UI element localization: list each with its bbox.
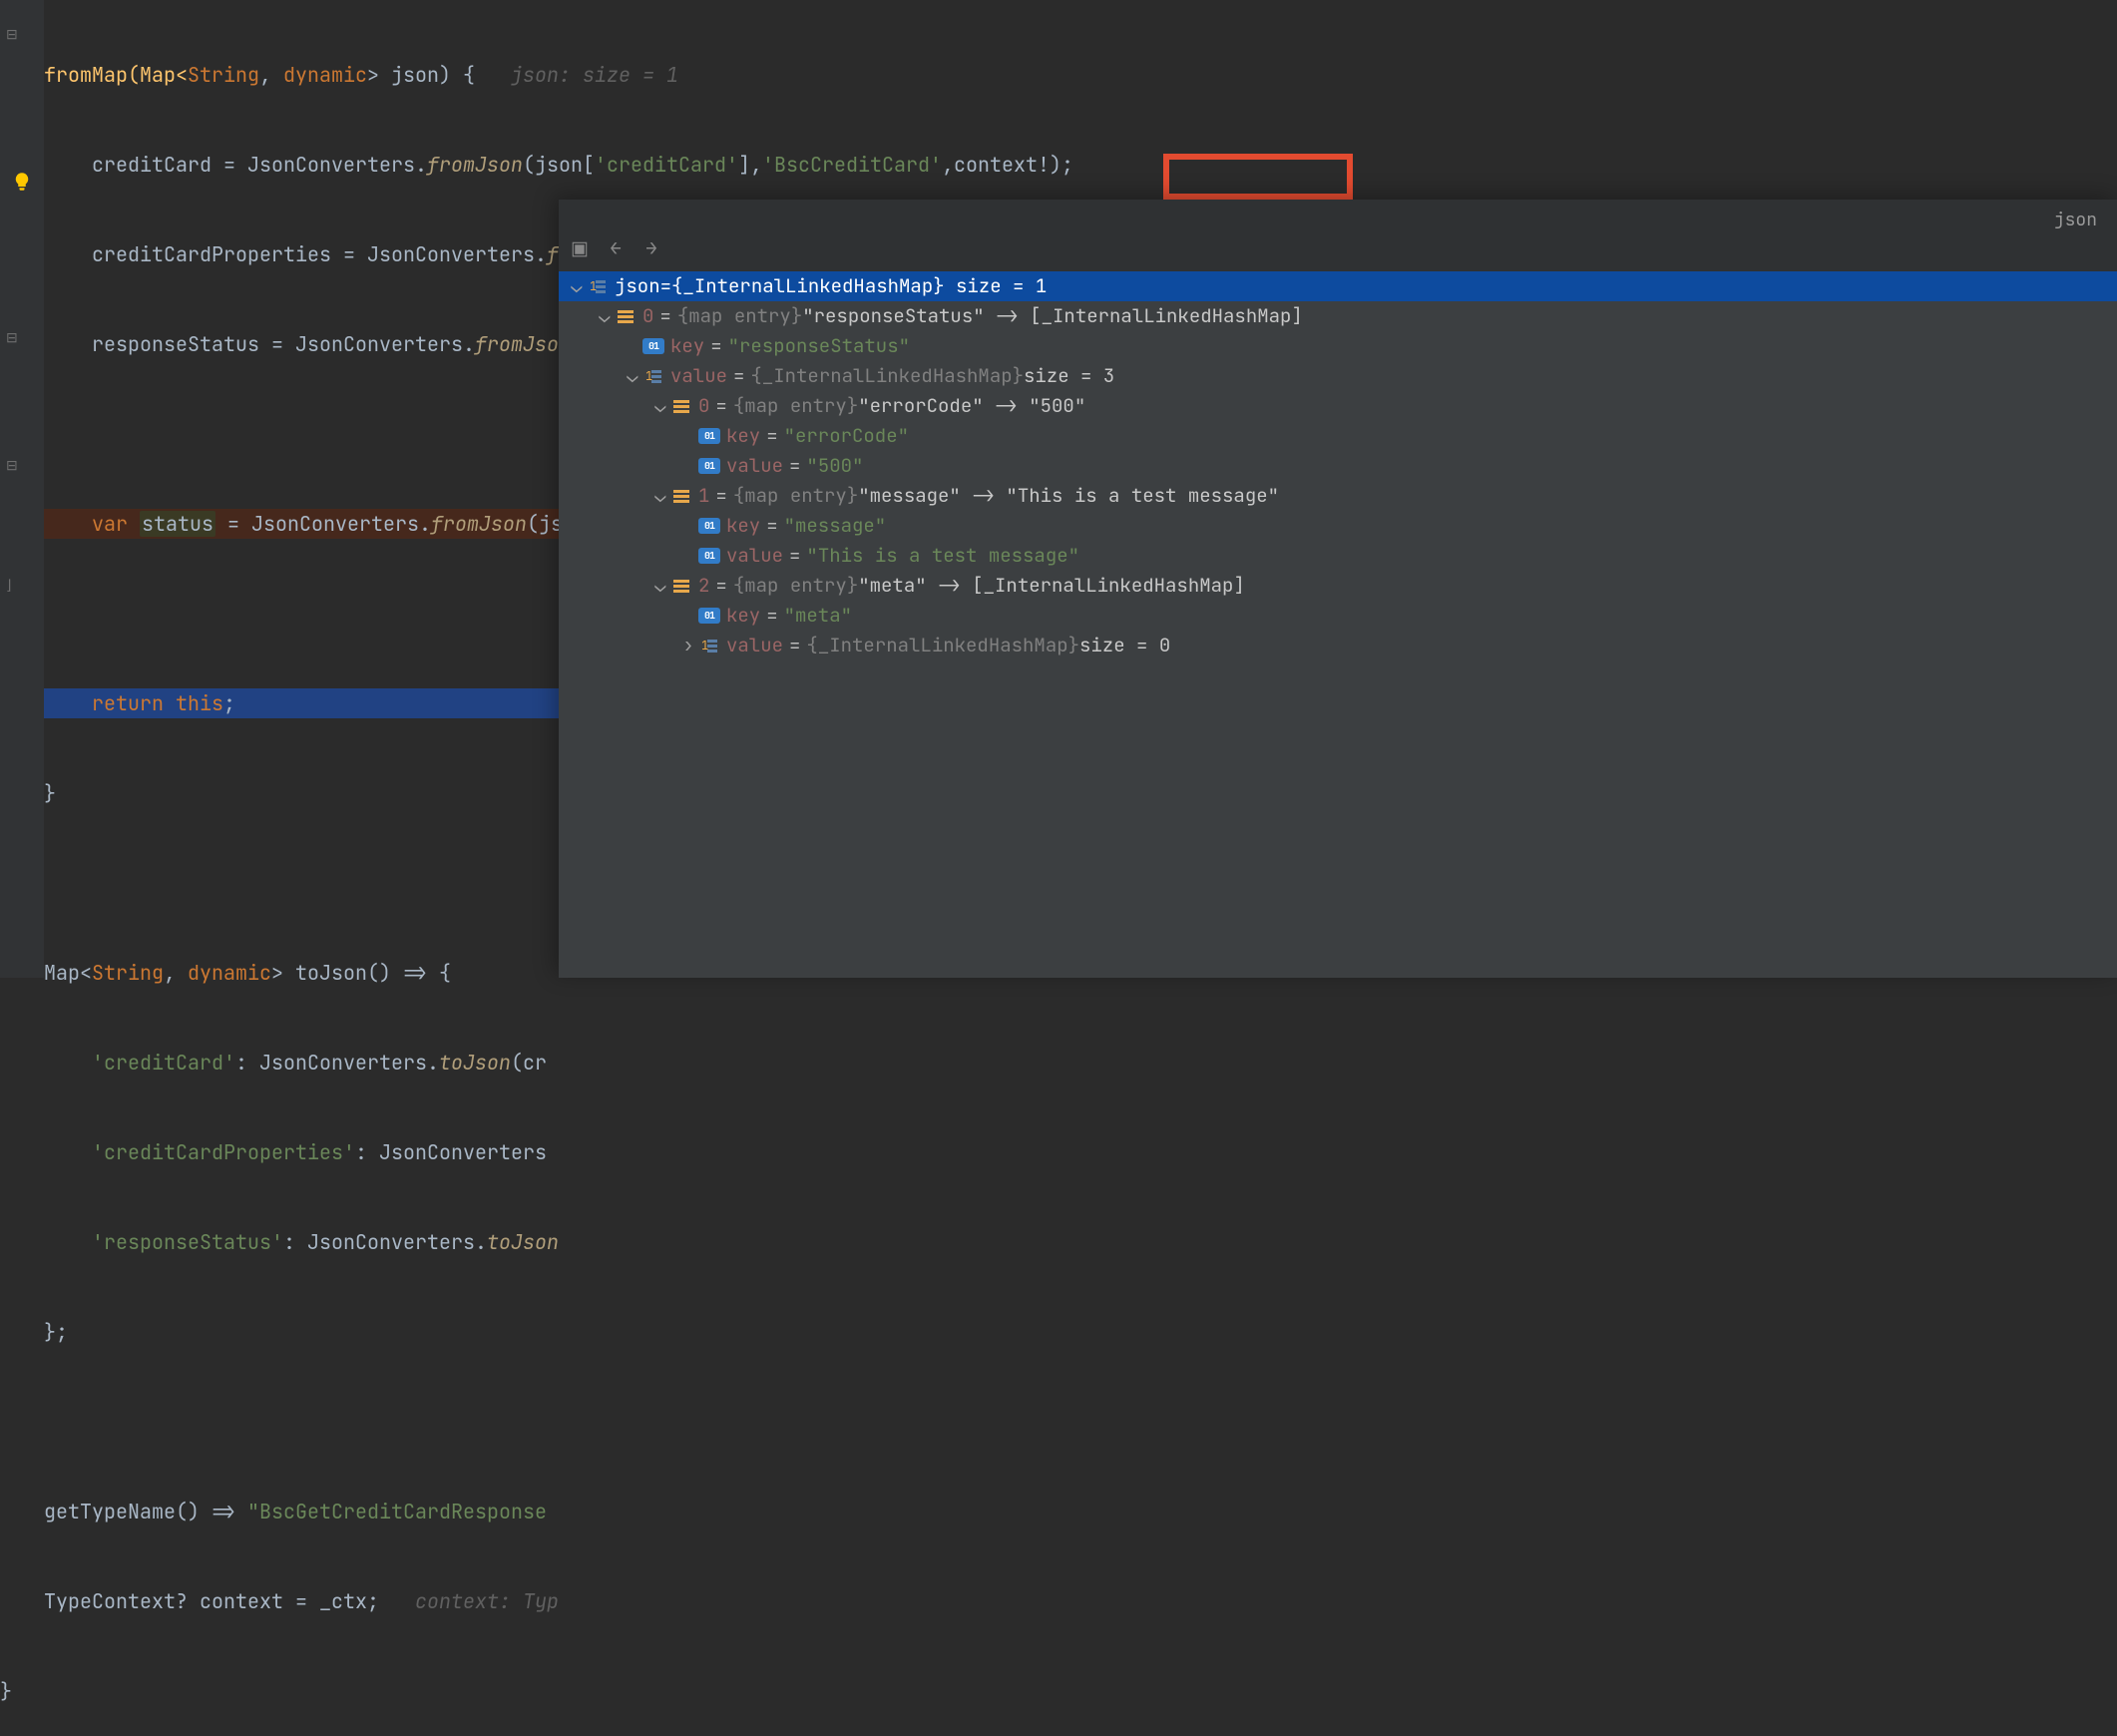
tree-row[interactable]: 01 key = "errorCode" — [559, 421, 2117, 451]
lightbulb-icon[interactable] — [12, 170, 32, 190]
tree-row[interactable]: ›1 value = {_InternalLinkedHashMap} size … — [559, 631, 2117, 660]
tree-text: = — [789, 631, 800, 660]
tree-row[interactable]: ⌄ 2 = {map entry} "meta" -> [_InternalLin… — [559, 571, 2117, 601]
tree-text: = — [660, 271, 671, 301]
tree-text: {_InternalLinkedHashMap} — [806, 631, 1079, 660]
tree-text: "meta" -> [_InternalLinkedHashMap] — [858, 571, 1245, 601]
tree-text: = — [766, 421, 777, 451]
tree-text: = — [715, 391, 726, 421]
obj-icon: 01 — [698, 608, 720, 624]
tree-text: key — [670, 331, 704, 361]
obj-icon: 01 — [642, 338, 664, 354]
tree-text: json — [615, 271, 660, 301]
back-icon[interactable]: ← — [605, 233, 627, 263]
chevron-down-icon[interactable]: ⌄ — [623, 361, 642, 391]
tree-text: key — [726, 421, 760, 451]
map-icon: 1 — [587, 277, 609, 295]
list-icon — [670, 397, 692, 415]
chevron-down-icon[interactable]: ⌄ — [595, 301, 615, 331]
debug-inspector: json ▣ ← → ⌄1json = {_InternalLinkedHash… — [559, 200, 2117, 978]
tree-text: 2 — [698, 571, 709, 601]
code-text: creditCard = JsonConverters.fromJson(jso… — [44, 152, 1073, 178]
tree-row[interactable]: 01 value = "This is a test message" — [559, 541, 2117, 571]
list-icon — [615, 307, 636, 325]
tree-text: value — [726, 541, 783, 571]
tree-text: key — [726, 601, 760, 631]
tree-text: {map entry} — [733, 481, 858, 511]
tree-text: {map entry} — [677, 301, 802, 331]
tree-text: size = 0 — [1079, 631, 1170, 660]
tree-text: = — [789, 541, 800, 571]
fold-icon[interactable]: ⊟ — [6, 451, 20, 465]
tree-text: 0 — [698, 391, 709, 421]
forward-icon[interactable]: → — [640, 233, 662, 263]
tree-text: "responseStatus" — [728, 331, 910, 361]
tree-text: 1 — [698, 481, 709, 511]
debug-variable-name: json — [2054, 206, 2097, 235]
map-icon: 1 — [698, 637, 720, 654]
fold-icon[interactable]: ⊟ — [6, 323, 20, 337]
tree-text: value — [726, 451, 783, 481]
tree-text: "500" — [806, 451, 863, 481]
obj-icon: 01 — [698, 458, 720, 474]
tree-row[interactable]: ⌄ 0 = {map entry} "errorCode" -> "500" — [559, 391, 2117, 421]
tree-text: 0 — [642, 301, 653, 331]
tree-text: {_InternalLinkedHashMap} — [750, 361, 1024, 391]
tree-text: = — [715, 571, 726, 601]
tree-row[interactable]: ⌄ 1 = {map entry} "message" -> "This is a… — [559, 481, 2117, 511]
fold-icon[interactable]: ⊟ — [6, 20, 20, 34]
tree-text: "meta" — [784, 601, 852, 631]
tree-text: "message" — [784, 511, 887, 541]
tree-text: = — [789, 451, 800, 481]
chevron-down-icon[interactable]: ⌄ — [567, 271, 587, 301]
tree-row[interactable]: 01 value = "500" — [559, 451, 2117, 481]
tree-text: = — [733, 361, 744, 391]
tree-text: {map entry} — [733, 391, 858, 421]
obj-icon: 01 — [698, 518, 720, 534]
tree-text: {_InternalLinkedHashMap} size = 1 — [671, 271, 1047, 301]
chevron-right-icon[interactable]: › — [678, 631, 698, 660]
tree-text: = — [659, 301, 670, 331]
obj-icon: 01 — [698, 548, 720, 564]
tree-row[interactable]: 01 key = "meta" — [559, 601, 2117, 631]
tree-text: = — [766, 511, 777, 541]
tree-text: = — [766, 601, 777, 631]
selected-line[interactable]: return this; — [44, 688, 603, 718]
tree-row[interactable]: 01 key = "responseStatus" — [559, 331, 2117, 361]
editor-gutter: ⊟ ⊟ ⊟ ⌋ — [0, 0, 44, 978]
tree-text: size = 3 — [1024, 361, 1114, 391]
highlighted-variable: status — [140, 511, 215, 537]
tree-text: key — [726, 511, 760, 541]
list-icon — [670, 577, 692, 595]
chevron-down-icon[interactable]: ⌄ — [650, 571, 670, 601]
console-icon[interactable]: ▣ — [569, 233, 591, 263]
code-text: fromMap(Map<String, dynamic> json) { jso… — [44, 62, 678, 88]
debug-tree[interactable]: ⌄1json = {_InternalLinkedHashMap} size =… — [559, 271, 2117, 660]
tree-text: = — [715, 481, 726, 511]
tree-row[interactable]: ⌄ 0 = {map entry} "responseStatus" -> [_I… — [559, 301, 2117, 331]
tree-text: value — [726, 631, 783, 660]
tree-text: "message" -> "This is a test message" — [858, 481, 1279, 511]
tree-text: "This is a test message" — [806, 541, 1079, 571]
list-icon — [670, 487, 692, 505]
tree-row[interactable]: 01 key = "message" — [559, 511, 2117, 541]
debug-header: json ▣ ← → — [559, 200, 2117, 271]
tree-text: "errorCode" -> "500" — [858, 391, 1085, 421]
tree-row[interactable]: ⌄1 json = {_InternalLinkedHashMap} size =… — [559, 271, 2117, 301]
tree-text: {map entry} — [733, 571, 858, 601]
map-icon: 1 — [642, 367, 664, 385]
tree-text: = — [710, 331, 721, 361]
chevron-down-icon[interactable]: ⌄ — [650, 481, 670, 511]
tree-text: "responseStatus" -> [_InternalLinkedHash… — [802, 301, 1303, 331]
tree-row[interactable]: ⌄1 value = {_InternalLinkedHashMap} size … — [559, 361, 2117, 391]
chevron-down-icon[interactable]: ⌄ — [650, 391, 670, 421]
fold-end-icon[interactable]: ⌋ — [6, 571, 20, 585]
tree-text: value — [670, 361, 727, 391]
obj-icon: 01 — [698, 428, 720, 444]
tree-text: "errorCode" — [784, 421, 909, 451]
